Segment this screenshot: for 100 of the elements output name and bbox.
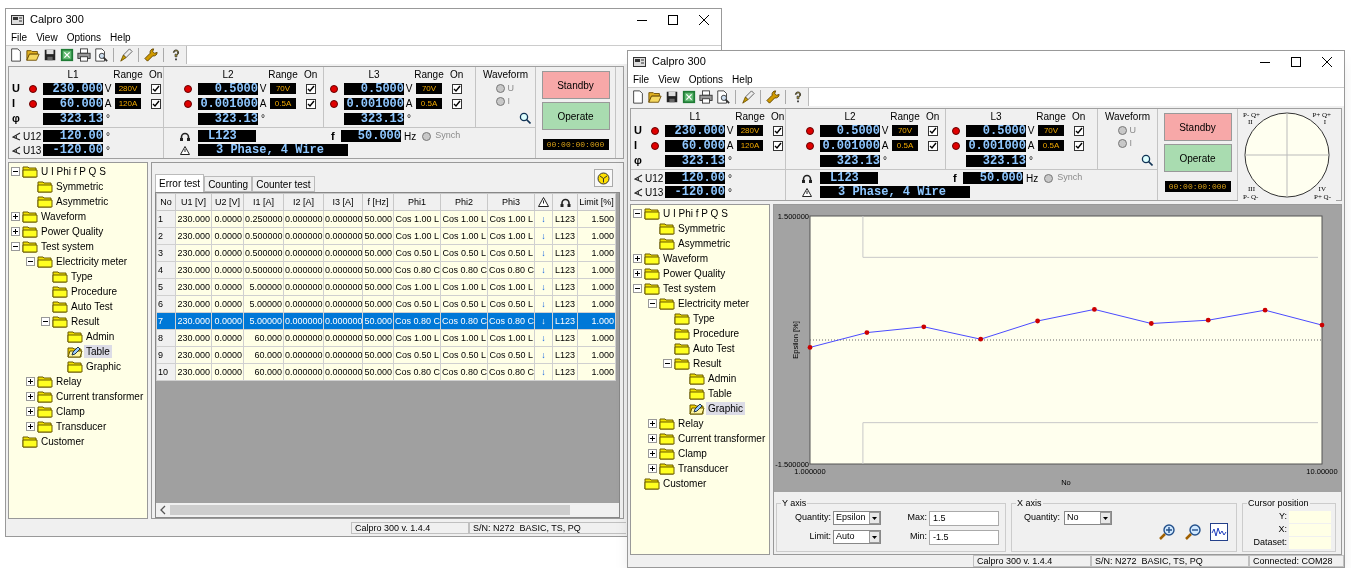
tree-item[interactable]: Relay [54, 375, 84, 388]
tree-item[interactable]: Admin [706, 372, 739, 385]
plus-box-icon[interactable] [11, 227, 20, 236]
maximize-icon[interactable] [1291, 56, 1301, 67]
menu-item[interactable]: File [633, 72, 650, 87]
plus-box-icon[interactable] [633, 254, 642, 263]
tree-item[interactable]: Result [691, 357, 724, 370]
max-field[interactable]: 1.5 [929, 510, 999, 526]
minus-box-icon[interactable] [11, 167, 20, 176]
maximize-icon[interactable] [668, 14, 678, 25]
menu-item[interactable]: View [36, 30, 58, 45]
tree-item[interactable]: Auto Test [69, 300, 115, 313]
tree-item[interactable]: Type [691, 312, 717, 325]
column-header[interactable]: Limit [%] [577, 193, 616, 211]
checkbox[interactable] [928, 125, 938, 136]
tree-item[interactable]: Current transformer [676, 432, 768, 445]
tree-item[interactable]: Relay [676, 417, 706, 430]
checkbox[interactable] [1074, 140, 1084, 151]
tab[interactable]: Counter test [252, 176, 315, 192]
tree-item[interactable]: Test system [661, 282, 718, 295]
tree-item[interactable]: Graphic [84, 360, 123, 373]
minus-box-icon[interactable] [633, 209, 642, 218]
mode-button[interactable]: Standby [1163, 113, 1232, 141]
tree-item[interactable]: Power Quality [661, 267, 728, 280]
tree-item[interactable]: Transducer [54, 420, 109, 433]
tree-item[interactable]: Symmetric [676, 222, 728, 235]
tree-item[interactable]: Test system [39, 240, 96, 253]
checkbox[interactable] [773, 125, 783, 136]
plus-box-icon[interactable] [26, 392, 35, 401]
dropdown[interactable]: Epsilon [833, 511, 881, 525]
spreadsheet-icon[interactable] [60, 48, 74, 62]
mode-button[interactable]: Standby [541, 71, 610, 99]
tree-item[interactable]: Electricity meter [676, 297, 752, 310]
column-header[interactable]: Phi2 [440, 193, 488, 211]
tree-item[interactable]: Graphic [706, 402, 745, 415]
search-icon[interactable] [1141, 154, 1153, 166]
tree-item[interactable]: Clamp [54, 405, 87, 418]
column-header[interactable]: I3 [A] [323, 193, 363, 211]
column-header[interactable]: f [Hz] [362, 193, 394, 211]
tree-item[interactable]: Type [69, 270, 95, 283]
checkbox[interactable] [306, 98, 316, 109]
new-document-icon[interactable] [9, 48, 23, 62]
menu-item[interactable]: Options [66, 30, 102, 45]
column-header[interactable]: U2 [V] [211, 193, 244, 211]
checkbox[interactable] [452, 98, 462, 109]
tab[interactable]: Counting [204, 176, 253, 192]
column-header[interactable]: I1 [A] [243, 193, 284, 211]
tree-item[interactable]: Clamp [676, 447, 709, 460]
save-icon[interactable] [665, 90, 679, 104]
plus-box-icon[interactable] [633, 269, 642, 278]
menu-item[interactable]: File [11, 30, 28, 45]
minus-box-icon[interactable] [648, 299, 657, 308]
meter-button[interactable] [594, 169, 613, 187]
menu-item[interactable]: Options [688, 72, 724, 87]
tree-item[interactable]: Power Quality [39, 225, 106, 238]
tree-item[interactable]: Electricity meter [54, 255, 130, 268]
tree-item[interactable]: Waveform [661, 252, 711, 265]
minus-box-icon[interactable] [11, 242, 20, 251]
dropdown[interactable]: No [1064, 510, 1112, 525]
checkbox[interactable] [773, 140, 783, 151]
tab[interactable]: Error test [155, 174, 205, 192]
min-field[interactable]: -1.5 [929, 529, 999, 545]
plus-box-icon[interactable] [26, 377, 35, 386]
waveform-icon[interactable] [1210, 522, 1228, 541]
save-icon[interactable] [43, 48, 57, 62]
checkbox[interactable] [151, 98, 161, 109]
tree-item[interactable]: Waveform [39, 210, 89, 223]
plus-box-icon[interactable] [11, 212, 20, 221]
plus-box-icon[interactable] [648, 419, 657, 428]
minus-box-icon[interactable] [41, 317, 50, 326]
tree-item[interactable]: Auto Test [691, 342, 737, 355]
close-icon[interactable] [699, 14, 709, 25]
print-preview-icon[interactable] [716, 90, 730, 104]
tree-item[interactable]: Procedure [69, 285, 120, 298]
menu-item[interactable]: View [658, 72, 680, 87]
mode-button[interactable]: Operate [541, 102, 610, 130]
brush-icon[interactable] [119, 48, 133, 62]
checkbox[interactable] [928, 140, 938, 151]
minus-box-icon[interactable] [26, 257, 35, 266]
zoom-out-icon[interactable] [1184, 522, 1202, 541]
plus-box-icon[interactable] [26, 407, 35, 416]
column-header[interactable]: Phi3 [487, 193, 535, 211]
open-folder-icon[interactable] [26, 48, 40, 62]
checkbox[interactable] [306, 83, 316, 94]
tree-item[interactable]: Transducer [676, 462, 731, 475]
tree-item[interactable]: Asymmetric [676, 237, 733, 250]
column-header[interactable]: Phi1 [393, 193, 441, 211]
mode-button[interactable]: Operate [1163, 144, 1232, 172]
wrench-icon[interactable] [766, 90, 780, 104]
printer-icon[interactable] [77, 48, 91, 62]
plus-box-icon[interactable] [26, 422, 35, 431]
horizontal-scrollbar[interactable] [156, 503, 619, 517]
wrench-icon[interactable] [144, 48, 158, 62]
search-icon[interactable] [519, 112, 531, 124]
scrollbar-thumb[interactable] [170, 505, 570, 515]
tree-item[interactable]: Table [84, 345, 112, 358]
plus-box-icon[interactable] [648, 464, 657, 473]
column-header[interactable]: I2 [A] [283, 193, 324, 211]
menu-item[interactable]: Help [732, 72, 753, 87]
zoom-in-icon[interactable] [1158, 522, 1176, 541]
